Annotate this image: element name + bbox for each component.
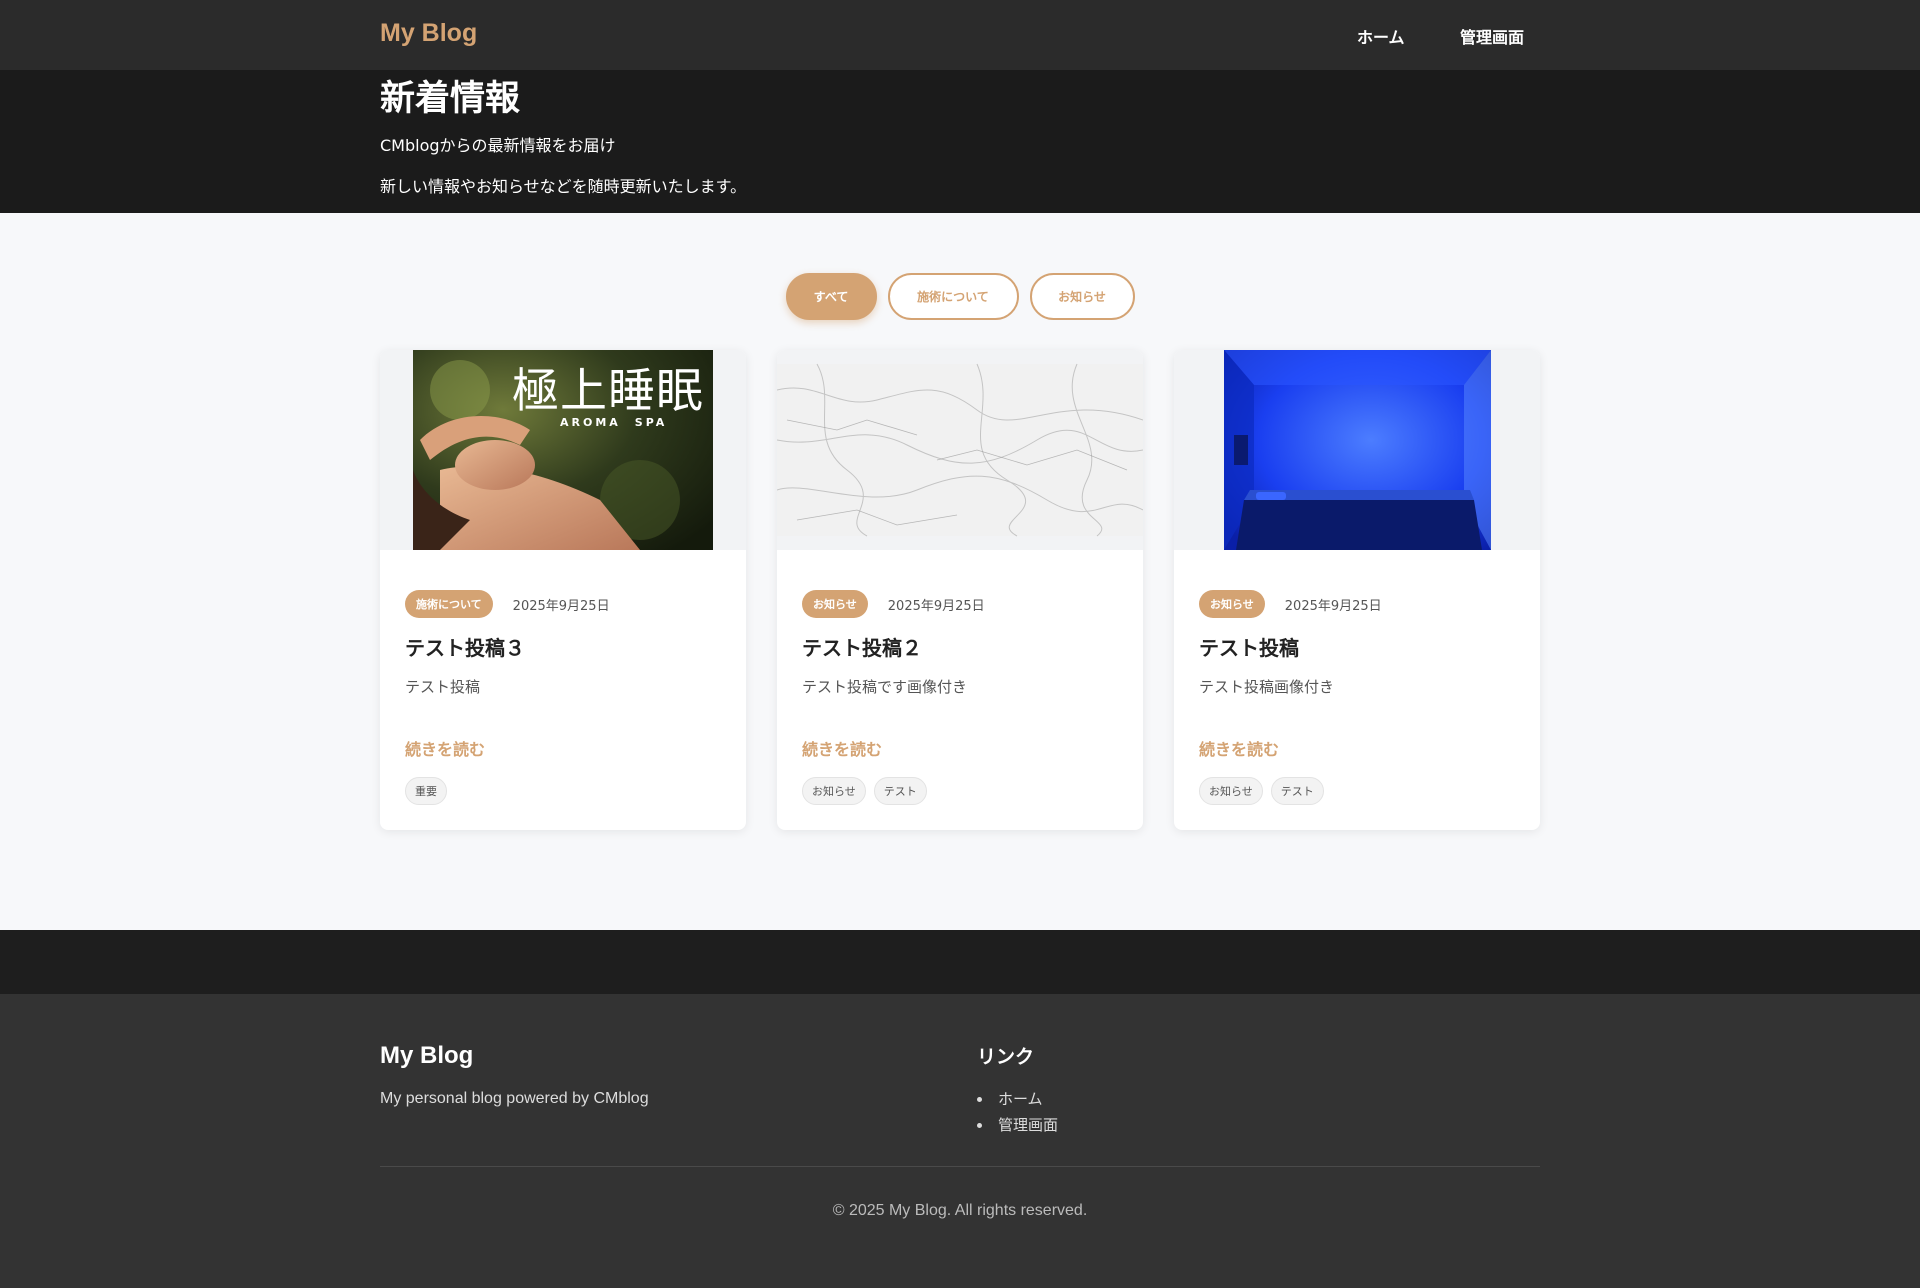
post-title[interactable]: テスト投稿２ — [802, 632, 922, 661]
filter-treatment-button[interactable]: 施術について — [887, 273, 1019, 320]
category-badge[interactable]: お知らせ — [1199, 590, 1265, 618]
footer-link-home[interactable]: ホーム — [998, 1090, 1043, 1108]
post-date: 2025年9月25日 — [1284, 598, 1382, 614]
nav-link-admin[interactable]: 管理画面 — [1460, 24, 1524, 48]
site-logo[interactable]: My Blog — [380, 19, 477, 48]
tag-chip[interactable]: テスト — [873, 777, 927, 805]
footer-link-item: 管理画面 — [977, 1112, 1058, 1138]
hero-description: 新しい情報やお知らせなどを随時更新いたします。 — [380, 177, 747, 196]
read-more-link[interactable]: 続きを読む — [1199, 736, 1279, 760]
post-excerpt: テスト投稿 — [405, 678, 481, 696]
read-more-link[interactable]: 続きを読む — [802, 736, 882, 760]
post-date: 2025年9月25日 — [512, 598, 610, 614]
footer-links-heading: リンク — [977, 1046, 1035, 1068]
nav-link-home[interactable]: ホーム — [1357, 24, 1405, 48]
post-thumbnail[interactable]: 極上睡眠 AROMA SPA — [380, 350, 746, 550]
tag-chip[interactable]: 重要 — [405, 777, 447, 805]
post-meta: お知らせ 2025年9月25日 — [802, 590, 985, 618]
tag-chip[interactable]: お知らせ — [1199, 777, 1263, 805]
footer-top-band — [0, 930, 1920, 994]
footer-link-item: ホーム — [977, 1086, 1058, 1112]
post-card[interactable]: お知らせ 2025年9月25日 テスト投稿２ テスト投稿です画像付き 続きを読む… — [777, 350, 1143, 830]
footer-link-admin[interactable]: 管理画面 — [998, 1116, 1058, 1134]
thumbnail-caption: 極上睡眠 — [512, 364, 704, 419]
site-footer: My Blog My personal blog powered by CMbl… — [0, 994, 1920, 1288]
hero-subtitle: CMblogからの最新情報をお届け — [380, 136, 616, 155]
filter-all-button[interactable]: すべて — [785, 273, 877, 320]
post-thumbnail[interactable] — [1174, 350, 1540, 550]
copyright-text: © 2025 My Blog. All rights reserved. — [832, 1202, 1088, 1219]
post-meta: 施術について 2025年9月25日 — [405, 590, 610, 618]
category-badge[interactable]: お知らせ — [802, 590, 868, 618]
blue-room-photo — [1224, 350, 1491, 550]
footer-brand: My Blog — [380, 1042, 474, 1069]
post-card[interactable]: お知らせ 2025年9月25日 テスト投稿 テスト投稿画像付き 続きを読む お知… — [1174, 350, 1540, 830]
footer-description: My personal blog powered by CMblog — [380, 1090, 649, 1107]
post-tags: お知らせ テスト — [1199, 777, 1324, 805]
top-navbar: My Blog ホーム 管理画面 — [0, 0, 1920, 70]
filter-news-button[interactable]: お知らせ — [1029, 273, 1135, 320]
thumbnail-subcaption: AROMA SPA — [560, 416, 668, 429]
post-excerpt: テスト投稿画像付き — [1199, 678, 1335, 696]
hero-section: 新着情報 CMblogからの最新情報をお届け 新しい情報やお知らせなどを随時更新… — [0, 70, 1920, 213]
post-title[interactable]: テスト投稿３ — [405, 632, 525, 661]
tag-chip[interactable]: お知らせ — [802, 777, 866, 805]
read-more-link[interactable]: 続きを読む — [405, 736, 485, 760]
post-excerpt: テスト投稿です画像付き — [802, 678, 968, 696]
post-card[interactable]: 極上睡眠 AROMA SPA 施術について 2025年9月25日 テスト投稿３ … — [380, 350, 746, 830]
page-title: 新着情報 — [380, 79, 521, 119]
category-badge[interactable]: 施術について — [405, 590, 493, 618]
marble-image — [777, 363, 1143, 537]
post-title[interactable]: テスト投稿 — [1199, 632, 1299, 661]
post-meta: お知らせ 2025年9月25日 — [1199, 590, 1382, 618]
category-filter-bar: すべて 施術について お知らせ — [0, 273, 1920, 320]
post-thumbnail[interactable] — [777, 350, 1143, 550]
tag-chip[interactable]: テスト — [1270, 777, 1324, 805]
post-tags: お知らせ テスト — [802, 777, 927, 805]
post-tags: 重要 — [405, 777, 447, 805]
post-date: 2025年9月25日 — [887, 598, 985, 614]
footer-divider — [380, 1166, 1540, 1167]
footer-links-list: ホーム 管理画面 — [977, 1086, 1058, 1138]
